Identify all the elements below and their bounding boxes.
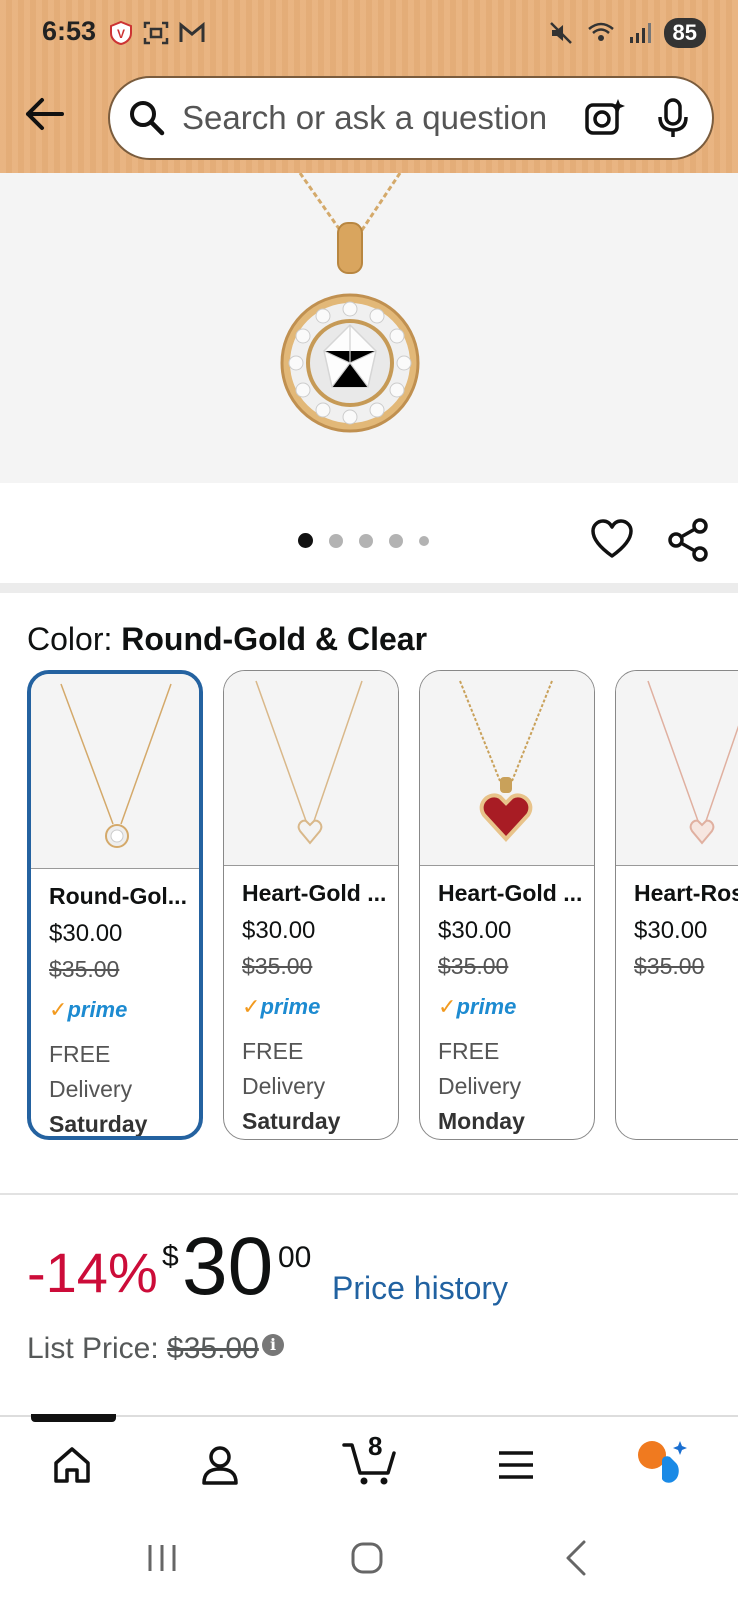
back-chevron-icon[interactable]: [564, 1539, 588, 1577]
menu-icon[interactable]: [496, 1445, 536, 1485]
swatch-image: [224, 671, 398, 866]
pagination-dot-4[interactable]: [389, 533, 403, 548]
signal-icon: [629, 23, 651, 43]
necklace-thumbnail: [459, 680, 553, 842]
swatch-price: $30.00: [634, 917, 708, 944]
share-icon[interactable]: [666, 518, 710, 562]
cart-count-badge: 8: [368, 1431, 383, 1461]
screenshot-icon: [143, 21, 169, 45]
color-option-heart-gold-clear[interactable]: Heart-Gold ... $30.00 $35.00 ✓prime FREE…: [223, 670, 399, 1140]
pagination-dot-5[interactable]: [419, 535, 429, 546]
bottom-navigation: 8: [0, 1414, 738, 1515]
necklace-thumbnail: [647, 680, 738, 845]
list-price-value: $35.00: [167, 1332, 259, 1365]
prime-badge: ✓prime: [438, 994, 517, 1019]
color-option-heart-gold-red[interactable]: Heart-Gold ... $30.00 $35.00 ✓prime FREE…: [419, 670, 595, 1140]
recent-apps-icon[interactable]: [146, 1543, 178, 1573]
prime-badge: ✓prime: [242, 994, 321, 1019]
camera-lens-icon[interactable]: [584, 97, 626, 139]
color-label: Color: Round-Gold & Clear: [27, 621, 428, 657]
price-history-link[interactable]: Price history: [332, 1270, 508, 1307]
cart-button[interactable]: 8: [342, 1431, 398, 1487]
info-icon[interactable]: i: [262, 1334, 284, 1356]
account-icon[interactable]: [200, 1445, 240, 1485]
color-option-round-gold-clear[interactable]: Round-Gol... $30.00 $35.00 ✓prime FREE D…: [27, 670, 203, 1140]
swatch-price: $30.00: [49, 920, 123, 947]
swatch-delivery-label: FREE Delivery: [438, 1038, 522, 1099]
image-pagination-dots[interactable]: [298, 533, 429, 548]
rufus-assistant-icon[interactable]: [636, 1439, 690, 1485]
product-image[interactable]: [0, 173, 738, 483]
swatch-list-price: $35.00: [49, 956, 120, 982]
home-icon[interactable]: [52, 1445, 92, 1485]
status-notification-icons: V: [108, 20, 206, 46]
necklace-thumbnail: [255, 680, 363, 845]
search-input[interactable]: Search or ask a question: [182, 99, 574, 137]
svg-text:V: V: [117, 27, 125, 41]
swatch-price: $30.00: [242, 917, 316, 944]
swatch-name: Heart-Gold ...: [242, 880, 387, 906]
home-circle-icon[interactable]: [350, 1541, 384, 1575]
swatch-image: [420, 671, 594, 866]
active-tab-indicator: [31, 1414, 116, 1422]
discount-percent: -14%: [27, 1241, 158, 1304]
battery-indicator: 85: [663, 18, 706, 48]
search-icon: [130, 101, 165, 136]
swatch-delivery-label: FREE Delivery: [242, 1038, 326, 1099]
search-bar[interactable]: Search or ask a question: [108, 76, 714, 160]
status-bar: 6:53 V 85: [0, 0, 738, 70]
wifi-icon: [587, 22, 614, 41]
selected-color: Round-Gold & Clear: [121, 621, 428, 657]
back-arrow-icon[interactable]: [22, 92, 66, 136]
swatch-list-price: $35.00: [242, 953, 313, 979]
swatch-image: [616, 671, 738, 866]
color-swatch-carousel[interactable]: Round-Gol... $30.00 $35.00 ✓prime FREE D…: [27, 670, 738, 1140]
gmail-icon: [179, 21, 205, 42]
pendant-image: [280, 173, 420, 433]
section-divider: [0, 583, 738, 593]
heart-icon[interactable]: [590, 518, 634, 562]
color-option-heart-rose[interactable]: Heart-Ros $30.00 $35.00: [615, 670, 738, 1140]
prime-badge: ✓prime: [49, 997, 128, 1022]
status-time: 6:53: [42, 16, 97, 46]
swatch-name: Heart-Ros: [634, 880, 738, 906]
pagination-dot-1[interactable]: [298, 533, 313, 548]
pagination-dot-3[interactable]: [359, 533, 373, 548]
swatch-name: Heart-Gold ...: [438, 880, 583, 906]
necklace-thumbnail: [60, 683, 172, 848]
pagination-dot-2[interactable]: [329, 533, 343, 548]
swatch-delivery-day: Monday: [438, 1108, 525, 1134]
list-price: List Price: $35.00: [27, 1332, 259, 1365]
price-currency: $: [162, 1240, 179, 1273]
section-divider-thin: [0, 1193, 738, 1195]
prime-check-icon: ✓: [438, 994, 457, 1019]
microphone-icon[interactable]: [656, 97, 690, 139]
mute-icon: [549, 22, 572, 44]
swatch-delivery-day: Saturday: [49, 1111, 148, 1137]
price-fraction: 00: [278, 1241, 312, 1274]
prime-check-icon: ✓: [242, 994, 261, 1019]
swatch-delivery-label: FREE Delivery: [49, 1041, 133, 1102]
swatch-image: [31, 674, 199, 869]
system-navigation-bar: [0, 1515, 738, 1600]
swatch-list-price: $35.00: [634, 953, 705, 979]
swatch-list-price: $35.00: [438, 953, 509, 979]
top-bar: 6:53 V 85 Search or ask a question: [0, 0, 738, 173]
price-whole: 30: [182, 1221, 274, 1312]
swatch-name: Round-Gol...: [49, 883, 187, 909]
swatch-price: $30.00: [438, 917, 512, 944]
swatch-delivery-day: Saturday: [242, 1108, 341, 1134]
status-system-icons: 85: [548, 18, 706, 48]
shield-v-icon: V: [110, 20, 132, 46]
prime-check-icon: ✓: [49, 997, 68, 1022]
